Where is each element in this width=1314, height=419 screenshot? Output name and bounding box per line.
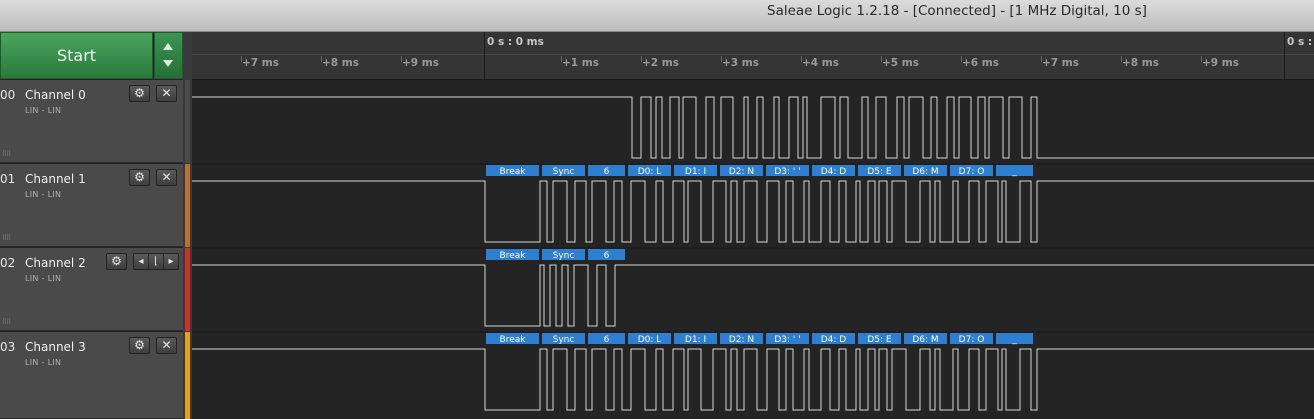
- triangle-up-icon: [163, 43, 173, 50]
- decoder-frame-label: D2: N: [729, 167, 754, 177]
- channel-name[interactable]: Channel 3: [25, 340, 86, 354]
- drag-handle-icon[interactable]: ⠿⠿: [2, 150, 11, 158]
- close-icon[interactable]: ✕: [156, 169, 177, 186]
- gear-icon[interactable]: ⚙: [129, 169, 150, 186]
- triangle-right-icon[interactable]: ▸: [164, 254, 178, 269]
- decoder-frame-label: Break: [500, 167, 527, 177]
- channel-number: 01: [0, 172, 16, 186]
- tick-label: +9 ms: [1202, 57, 1239, 69]
- triangle-left-icon[interactable]: ◂: [134, 254, 149, 269]
- close-icon[interactable]: ✕: [156, 85, 177, 102]
- channel-0-waveform: [192, 96, 1314, 159]
- channel-color-bar: [185, 248, 190, 331]
- decoder-frame-label: D6: M: [912, 167, 938, 177]
- channel-name[interactable]: Channel 0: [25, 88, 86, 102]
- tick-label: +1 ms: [562, 57, 599, 69]
- decoder-frame-label: D3: ' ': [774, 335, 800, 345]
- waveform-area[interactable]: Break Sync 6 D0: L D1: I D2: N D3: ' ' D4: D D5:…: [192, 80, 1314, 419]
- channel-name[interactable]: Channel 2: [25, 256, 86, 270]
- decoder-frame-label: D6: M: [912, 335, 938, 345]
- channel-panel-2[interactable]: 02 Channel 2 LIN - LIN ⠿⠿ ⚙ ◂ ⌊ ▸: [0, 248, 183, 331]
- decoder-frame-label: Break: [500, 251, 527, 261]
- decoder-frame-label: D3: ' ': [774, 167, 800, 177]
- channel-color-bar: [185, 332, 190, 419]
- decoder-frame-label: D0: L: [638, 335, 662, 345]
- start-button[interactable]: Start: [0, 32, 153, 79]
- decoder-frame-label: Sync: [553, 251, 575, 261]
- decoder-frame-label: D7: O: [959, 335, 985, 345]
- tick-label: +7 ms: [1042, 57, 1079, 69]
- time-ruler[interactable]: 0 s : 0 ms 0 s : +7 ms +8 ms +9 ms +1 ms…: [192, 32, 1314, 80]
- decoder-frame-label: _: [1011, 335, 1017, 345]
- channel-analyzer: LIN - LIN: [25, 106, 62, 115]
- ruler-zero-line: [1284, 32, 1285, 79]
- tick-label: +8 ms: [322, 57, 359, 69]
- decoder-frame-label: D5: E: [867, 167, 892, 177]
- falling-edge-icon[interactable]: ⌊: [149, 254, 164, 269]
- close-icon[interactable]: ✕: [156, 337, 177, 354]
- decoder-frame-label: Break: [500, 335, 527, 345]
- channel-2-waveform: [192, 264, 1314, 327]
- triangle-down-icon: [163, 60, 173, 67]
- channel-number: 00: [0, 88, 16, 102]
- channel-1-waveform: [192, 180, 1314, 243]
- tick-label: +3 ms: [722, 57, 759, 69]
- channel-panel-1[interactable]: 01 Channel 1 LIN - LIN ⠿⠿ ⚙ ✕: [0, 164, 183, 247]
- window-title: Saleae Logic 1.2.18 - [Connected] - [1 M…: [767, 3, 1147, 19]
- start-options-button[interactable]: [154, 32, 183, 79]
- channel-analyzer: LIN - LIN: [25, 358, 62, 367]
- decoder-frame-label: 6: [604, 251, 610, 261]
- channel-3-waveform: [192, 348, 1314, 411]
- decoder-frame-label: 6: [604, 167, 610, 177]
- decoder-frame-label: D4: D: [821, 335, 847, 345]
- drag-handle-icon[interactable]: ⠿⠿: [2, 234, 11, 242]
- channel-color-bar: [185, 164, 190, 247]
- decoder-frame-label: D4: D: [821, 167, 847, 177]
- gear-icon[interactable]: ⚙: [106, 253, 127, 270]
- channel-number: 02: [0, 256, 16, 270]
- decoder-frame-label: D1: I: [685, 335, 706, 345]
- decoder-frame-label: _: [1011, 167, 1017, 177]
- ruler-zero-label: 0 s : 0 ms: [487, 36, 544, 48]
- ruler-zero-label: 0 s :: [1287, 36, 1313, 48]
- decoder-frame-label: D2: N: [729, 335, 754, 345]
- tick-label: +5 ms: [882, 57, 919, 69]
- tick-label: +8 ms: [1122, 57, 1159, 69]
- decoder-frame-label: D0: L: [638, 167, 662, 177]
- ruler-divider: [192, 54, 1314, 55]
- tick-label: +2 ms: [642, 57, 679, 69]
- drag-handle-icon[interactable]: ⠿⠿: [2, 318, 11, 326]
- channel-panel-0[interactable]: 00 Channel 0 LIN - LIN ⠿⠿ ⚙ ✕: [0, 80, 183, 163]
- decoder-frame-label: Sync: [553, 167, 575, 177]
- decoder-frame-label: D7: O: [959, 167, 985, 177]
- decoder-frame-label: D5: E: [867, 335, 892, 345]
- channel-analyzer: LIN - LIN: [25, 190, 62, 199]
- channel-name[interactable]: Channel 1: [25, 172, 86, 186]
- trigger-control[interactable]: ◂ ⌊ ▸: [133, 253, 179, 270]
- tick-label: +9 ms: [402, 57, 439, 69]
- gear-icon[interactable]: ⚙: [129, 85, 150, 102]
- gear-icon[interactable]: ⚙: [129, 337, 150, 354]
- tick-label: +7 ms: [242, 57, 279, 69]
- decoder-frame-label: Sync: [553, 335, 575, 345]
- channel-color-bar: [185, 80, 190, 163]
- channel-panel-3[interactable]: 03 Channel 3 LIN - LIN ⚙ ✕: [0, 332, 183, 419]
- decoder-frame-label: 6: [604, 335, 610, 345]
- decoder-frame-label: D1: I: [685, 167, 706, 177]
- tick-label: +4 ms: [802, 57, 839, 69]
- title-bar: Saleae Logic 1.2.18 - [Connected] - [1 M…: [0, 0, 1314, 32]
- tick-label: +6 ms: [962, 57, 999, 69]
- channel-number: 03: [0, 340, 16, 354]
- ruler-zero-line: [484, 32, 485, 79]
- channel-analyzer: LIN - LIN: [25, 274, 62, 283]
